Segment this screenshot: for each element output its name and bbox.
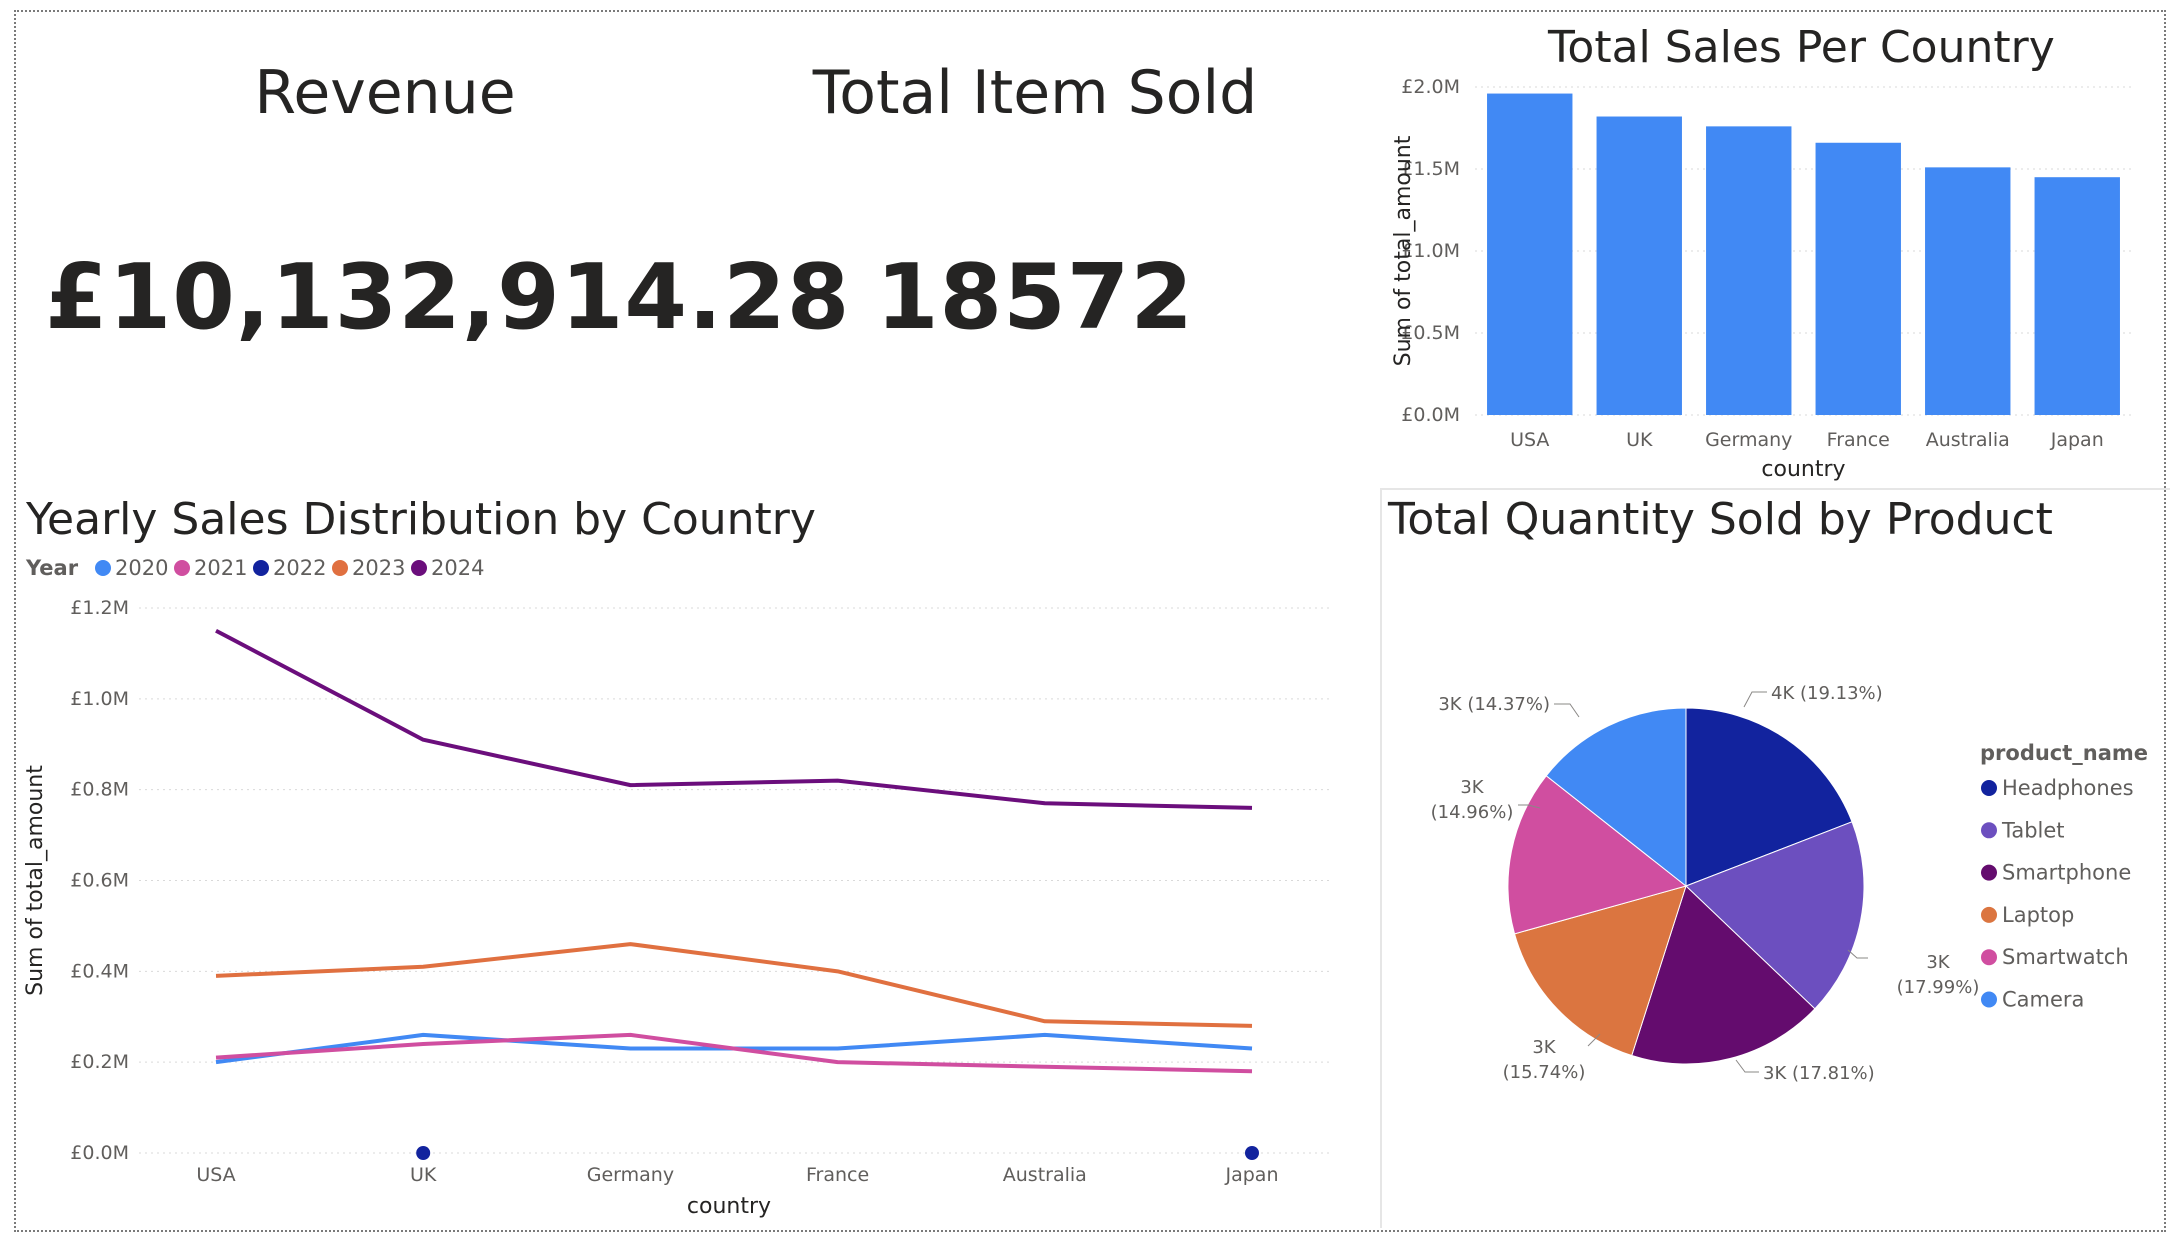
- legend-title: Year: [25, 556, 79, 580]
- x-tick-label: UK: [1626, 429, 1653, 451]
- revenue-title: Revenue: [254, 58, 516, 128]
- legend-marker-2020: [95, 560, 111, 576]
- legend-label-laptop: Laptop: [2002, 903, 2074, 927]
- line-chart-title: Yearly Sales Distribution by Country: [26, 494, 816, 545]
- x-tick-label: USA: [196, 1164, 235, 1186]
- pie-label-laptop: 3K: [1532, 1037, 1556, 1058]
- legend-marker-laptop: [1981, 906, 1997, 923]
- legend-label-smartphone: Smartphone: [2002, 861, 2131, 885]
- bar-australia: [1925, 167, 2011, 415]
- y-tick-label: £1.2M: [70, 597, 129, 619]
- legend-title: product_name: [1980, 741, 2148, 765]
- x-tick-label: UK: [410, 1164, 437, 1186]
- y-tick-label: £0.6M: [70, 870, 129, 892]
- items-sold-value: 18572: [875, 245, 1195, 350]
- bar-chart-title: Total Sales Per Country: [1548, 22, 2055, 73]
- bar-germany: [1706, 126, 1792, 416]
- series-line-2024: [215, 628, 1253, 810]
- pie-label-tablet: 3K: [1926, 952, 1950, 973]
- x-tick-label: USA: [1510, 429, 1549, 451]
- revenue-value: £10,132,914.28: [45, 245, 851, 350]
- legend-label-smartwatch: Smartwatch: [2002, 945, 2129, 969]
- pie-chart[interactable]: 4K (19.13%) 3K (17.99%) 3K (17.81%) 3K (15.74…: [1382, 560, 2172, 1220]
- pie-label-tablet: (17.99%): [1897, 977, 1980, 998]
- leader-line-headphones: [1743, 691, 1767, 708]
- bar-uk: [1596, 116, 1682, 415]
- legend-marker-tablet: [1981, 822, 1997, 839]
- pie-chart-title: Total Quantity Sold by Product: [1388, 494, 2053, 545]
- series-point-2022: [416, 1146, 431, 1160]
- legend-label-headphones: Headphones: [2002, 776, 2134, 800]
- legend-marker-headphones: [1981, 780, 1997, 796]
- legend-label-2024: 2024: [431, 556, 484, 580]
- x-tick-label: Australia: [1926, 429, 2010, 451]
- items-sold-title: Total Item Sold: [812, 58, 1258, 128]
- pie-label-smartwatch: (14.96%): [1431, 802, 1514, 823]
- legend-label-camera: Camera: [2002, 988, 2084, 1012]
- legend-marker-smartwatch: [1981, 949, 1997, 966]
- pie-label-smartphone: 3K (17.81%): [1763, 1063, 1875, 1084]
- y-tick-label: £0.0M: [70, 1142, 129, 1164]
- line-chart[interactable]: Year 2020 2021 2022 2023 2024 £0.0M £0.2M £0.4M £…: [14, 550, 1344, 1230]
- bar-france: [1815, 142, 1901, 415]
- legend-label-2020: 2020: [115, 556, 168, 580]
- pie-label-headphones: 4K (19.13%): [1771, 683, 1883, 704]
- legend-marker-smartphone: [1981, 864, 1997, 881]
- leader-line-camera: [1554, 703, 1580, 718]
- bar-japan: [2034, 177, 2120, 415]
- bar-chart[interactable]: £0.0M£0.5M£1.0M£1.5M£2.0MUSA UK Germany Fra…: [1380, 70, 2140, 490]
- pie-label-smartwatch: 3K: [1460, 777, 1484, 798]
- x-axis-title: country: [687, 1194, 771, 1219]
- series-point-2022: [1245, 1146, 1259, 1160]
- legend-label-2021: 2021: [194, 556, 247, 580]
- legend-label-tablet: Tablet: [2001, 818, 2065, 842]
- x-tick-label: Japan: [2050, 429, 2104, 451]
- y-tick-label: £0.2M: [70, 1051, 129, 1073]
- y-axis-title: Sum of total_amount: [23, 765, 48, 996]
- bar-usa: [1487, 93, 1573, 415]
- legend-marker-2024: [411, 560, 427, 576]
- legend-marker-camera: [1981, 991, 1997, 1008]
- y-tick-label: £0.4M: [70, 960, 129, 982]
- legend-marker-2023: [332, 560, 348, 576]
- y-tick-label: £2.0M: [1401, 76, 1460, 98]
- y-tick-label: £0.8M: [70, 779, 129, 801]
- x-axis-title: country: [1761, 457, 1845, 482]
- x-tick-label: Germany: [1705, 429, 1792, 451]
- x-tick-label: France: [806, 1164, 869, 1186]
- y-axis-title: Sum of total_amount: [1391, 135, 1416, 366]
- y-tick-label: £0.0M: [1401, 404, 1460, 426]
- x-tick-label: Japan: [1225, 1164, 1279, 1186]
- y-tick-label: £1.0M: [70, 688, 129, 710]
- x-tick-label: Germany: [587, 1164, 674, 1186]
- leader-line-smartphone: [1735, 1059, 1759, 1073]
- legend-marker-2022: [253, 560, 269, 576]
- x-tick-label: France: [1827, 429, 1890, 451]
- pie-label-camera: 3K (14.37%): [1438, 694, 1550, 715]
- series-line-2023: [215, 942, 1253, 1028]
- legend-marker-2021: [174, 560, 190, 576]
- legend-label-2022: 2022: [273, 556, 326, 580]
- legend-label-2023: 2023: [352, 556, 405, 580]
- x-tick-label: Australia: [1003, 1164, 1087, 1186]
- pie-label-laptop: (15.74%): [1503, 1062, 1586, 1083]
